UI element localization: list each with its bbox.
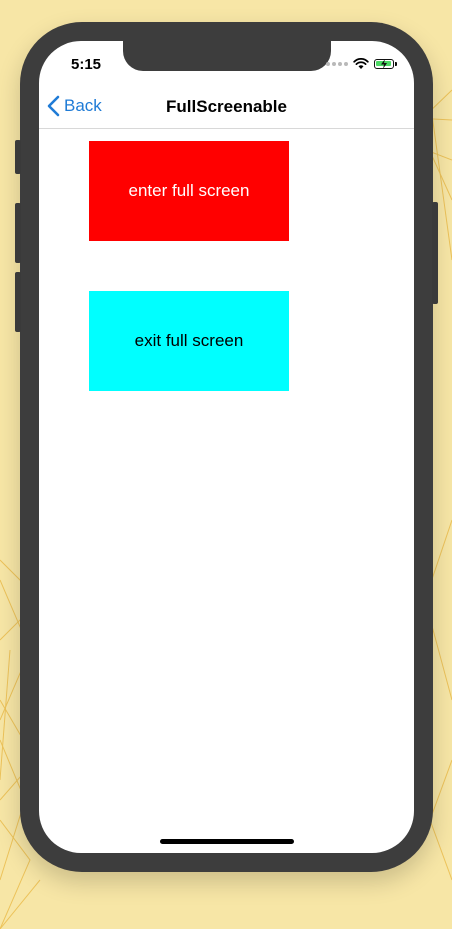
navigation-bar: Back FullScreenable [39, 85, 414, 129]
home-indicator[interactable] [160, 839, 294, 844]
battery-charging-icon [374, 59, 397, 69]
exit-full-screen-label: exit full screen [134, 331, 244, 350]
power-button [432, 202, 438, 304]
status-time: 5:15 [71, 56, 102, 73]
enter-full-screen-label: enter full screen [128, 181, 250, 200]
mute-switch [15, 140, 21, 174]
signal-icon [326, 62, 348, 66]
wifi-icon [353, 58, 369, 69]
status-icons [326, 58, 397, 70]
notch [123, 41, 331, 71]
page-title: FullScreenable [166, 97, 287, 116]
enter-full-screen-button[interactable]: enter full screen [89, 141, 289, 241]
volume-up-button [15, 203, 21, 263]
phone-screen: 5:15 Back FullScreenable enter full scre… [39, 41, 414, 853]
exit-full-screen-button[interactable]: exit full screen [89, 291, 289, 391]
volume-down-button [15, 272, 21, 332]
